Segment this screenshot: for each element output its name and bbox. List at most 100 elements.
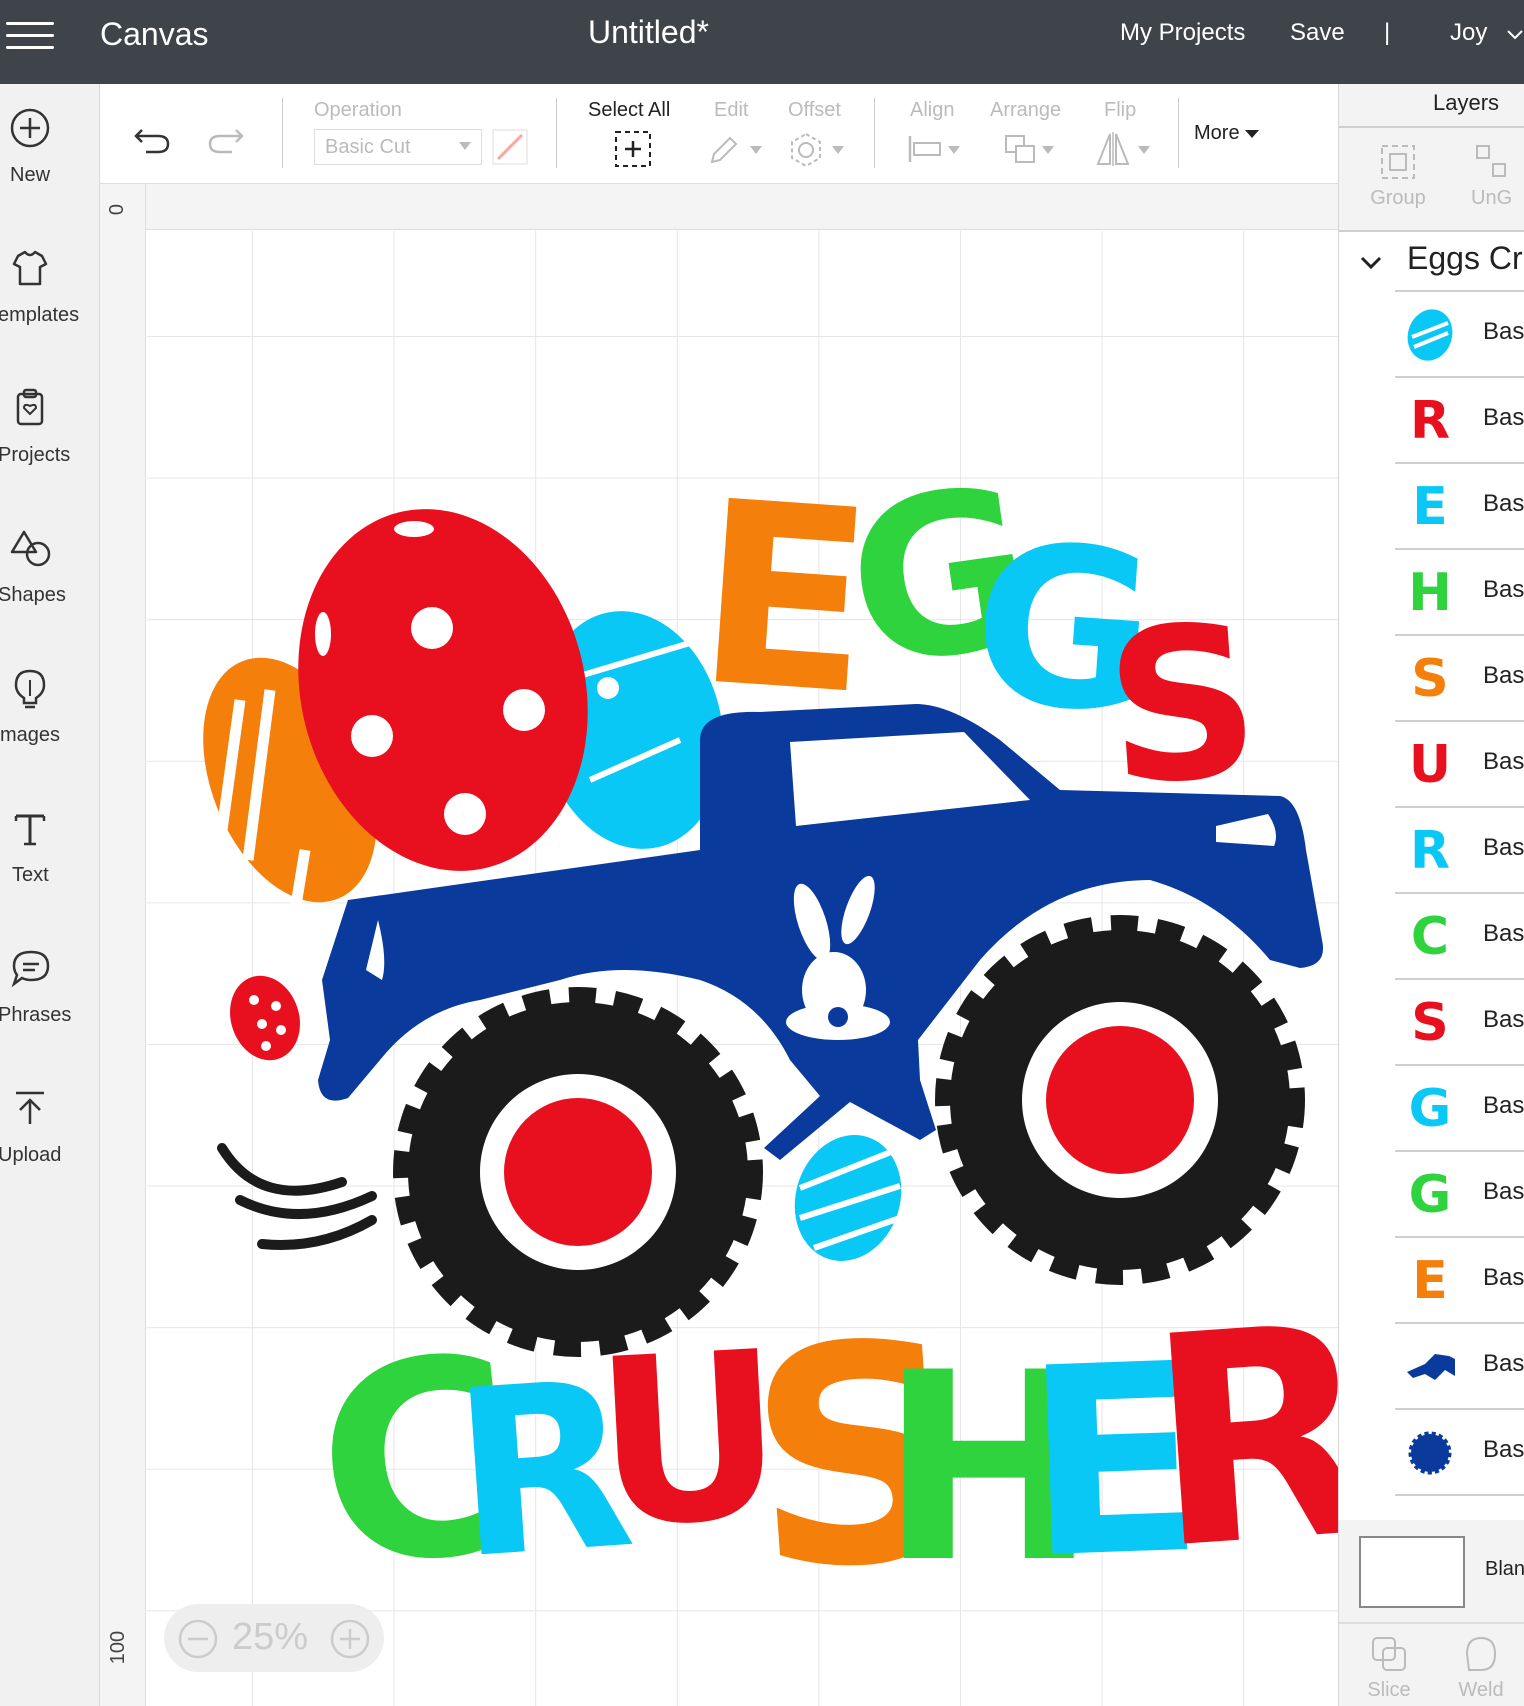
- small-red-egg[interactable]: [219, 967, 310, 1070]
- letter-s-top[interactable]: S: [1099, 578, 1267, 833]
- sidebar-item-images[interactable]: mages: [0, 644, 100, 774]
- sidebar-item-shapes[interactable]: Shapes: [0, 504, 100, 634]
- select-all-icon[interactable]: [614, 130, 652, 168]
- group-button[interactable]: Group: [1363, 142, 1433, 210]
- offset-icon[interactable]: [788, 130, 850, 168]
- sidebar-item-phrases[interactable]: Phrases: [0, 924, 100, 1054]
- save-button[interactable]: Save: [1290, 19, 1345, 47]
- zoom-level: 25%: [232, 1616, 309, 1658]
- align-icon[interactable]: [906, 132, 966, 166]
- hamburger-menu-icon[interactable]: [6, 22, 54, 50]
- layer-operation-label: Basi: [1483, 318, 1524, 345]
- left-sidebar: New emplates Projects Shapes mages Text …: [0, 84, 100, 1706]
- layer-thumbnail: E: [1412, 477, 1448, 537]
- lightbulb-icon: [14, 669, 46, 709]
- layer-operation-label: Basi: [1483, 490, 1524, 517]
- sidebar-item-new[interactable]: New: [0, 84, 100, 214]
- sidebar-item-upload[interactable]: Upload: [0, 1064, 100, 1194]
- layer-row[interactable]: U Basi: [1395, 722, 1524, 808]
- collapse-chevron-icon[interactable]: [1359, 254, 1383, 272]
- layers-divider: [1339, 126, 1524, 128]
- operation-value: Basic Cut: [325, 136, 411, 158]
- sidebar-label-shapes: Shapes: [0, 584, 66, 606]
- blank-canvas-swatch[interactable]: [1359, 1536, 1465, 1608]
- eggs-crusher-design[interactable]: E G G S C R U S H E R: [147, 231, 1338, 1706]
- small-cyan-striped-egg[interactable]: [779, 1121, 917, 1275]
- layers-panel: Layers Group UnG Eggs Cr BasiRBasiEBasiH…: [1338, 84, 1524, 1706]
- arrange-icon[interactable]: [1002, 132, 1062, 166]
- redo-icon[interactable]: [206, 120, 246, 156]
- more-label: More: [1194, 122, 1240, 144]
- app-title: Canvas: [100, 16, 209, 52]
- toolbar-divider: [1178, 98, 1179, 168]
- my-projects-link[interactable]: My Projects: [1120, 19, 1245, 47]
- zoom-in-icon[interactable]: [330, 1619, 370, 1659]
- edit-pencil-icon[interactable]: [706, 132, 766, 166]
- sidebar-item-projects[interactable]: Projects: [0, 364, 100, 494]
- layer-operation-label: Basi: [1483, 404, 1524, 431]
- ungroup-button[interactable]: UnG: [1471, 142, 1524, 210]
- layer-operation-label: Basi: [1483, 748, 1524, 775]
- plus-circle-icon: [10, 108, 50, 148]
- operation-label: Operation: [314, 99, 402, 121]
- layer-thumbnail: [1405, 1342, 1455, 1392]
- layer-thumbnail: [1405, 1428, 1455, 1478]
- layer-row[interactable]: S Basi: [1395, 636, 1524, 722]
- layer-row[interactable]: G Basi: [1395, 1152, 1524, 1238]
- layer-row[interactable]: R Basi: [1395, 808, 1524, 894]
- group-name[interactable]: Eggs Cr: [1407, 240, 1523, 277]
- sidebar-label-text: Text: [12, 864, 49, 886]
- layer-row[interactable]: Basi: [1395, 292, 1524, 378]
- group-label: Group: [1370, 187, 1426, 209]
- operation-select[interactable]: Basic Cut: [314, 129, 482, 165]
- shirt-icon: [12, 250, 48, 286]
- motion-lines: [217, 1143, 377, 1250]
- sidebar-item-text[interactable]: Text: [0, 784, 100, 914]
- layer-row[interactable]: S Basi: [1395, 980, 1524, 1066]
- layer-row[interactable]: E Basi: [1395, 464, 1524, 550]
- more-menu[interactable]: More: [1194, 122, 1260, 145]
- user-menu[interactable]: Joy: [1450, 19, 1487, 47]
- upload-arrow-icon: [16, 1091, 44, 1124]
- design-canvas[interactable]: E G G S C R U S H E R: [147, 231, 1338, 1706]
- text-t-icon: [14, 814, 46, 846]
- ruler-label-hundred: 100: [107, 1630, 130, 1665]
- layer-row[interactable]: E Basi: [1395, 1238, 1524, 1324]
- layer-row[interactable]: Basi: [1395, 1324, 1524, 1410]
- flip-label: Flip: [1104, 99, 1137, 121]
- layer-thumbnail: [1405, 309, 1455, 361]
- flip-icon[interactable]: [1096, 130, 1156, 168]
- document-title[interactable]: Untitled*: [588, 14, 709, 51]
- layer-thumbnail: R: [1409, 821, 1451, 881]
- layer-row[interactable]: Basi: [1395, 1410, 1524, 1496]
- slice-button[interactable]: Slice: [1359, 1634, 1419, 1702]
- zoom-out-icon[interactable]: [178, 1619, 218, 1659]
- layer-operation-label: Basi: [1483, 662, 1524, 689]
- zoom-control: 25%: [164, 1604, 384, 1672]
- undo-icon[interactable]: [132, 120, 172, 156]
- left-wheel[interactable]: [393, 987, 763, 1357]
- layer-thumbnail: R: [1409, 391, 1451, 451]
- offset-label: Offset: [788, 99, 841, 121]
- layer-row[interactable]: G Basi: [1395, 1066, 1524, 1152]
- layer-operation-label: Basi: [1483, 1436, 1524, 1463]
- layer-thumbnail: G: [1408, 1165, 1452, 1225]
- chevron-down-icon[interactable]: [1506, 28, 1524, 42]
- layer-operation-label: Basi: [1483, 834, 1524, 861]
- sidebar-item-templates[interactable]: emplates: [0, 224, 100, 354]
- layer-row[interactable]: C Basi: [1395, 894, 1524, 980]
- layer-thumbnail: S: [1411, 649, 1449, 709]
- layer-row[interactable]: R Basi: [1395, 378, 1524, 464]
- top-ruler: [100, 184, 1338, 230]
- group-icon: [1381, 145, 1415, 179]
- toolbar-divider: [874, 98, 875, 168]
- clipboard-heart-icon: [16, 388, 44, 426]
- right-wheel[interactable]: [935, 915, 1305, 1285]
- letter-r-2[interactable]: R: [1139, 1262, 1338, 1614]
- layer-row[interactable]: H Basi: [1395, 550, 1524, 636]
- color-swatch-none-icon[interactable]: [492, 129, 528, 165]
- sidebar-label-templates: emplates: [0, 304, 80, 326]
- weld-button[interactable]: Weld: [1451, 1634, 1511, 1702]
- layer-thumbnail: C: [1410, 907, 1450, 967]
- toolbar-divider: [556, 98, 557, 168]
